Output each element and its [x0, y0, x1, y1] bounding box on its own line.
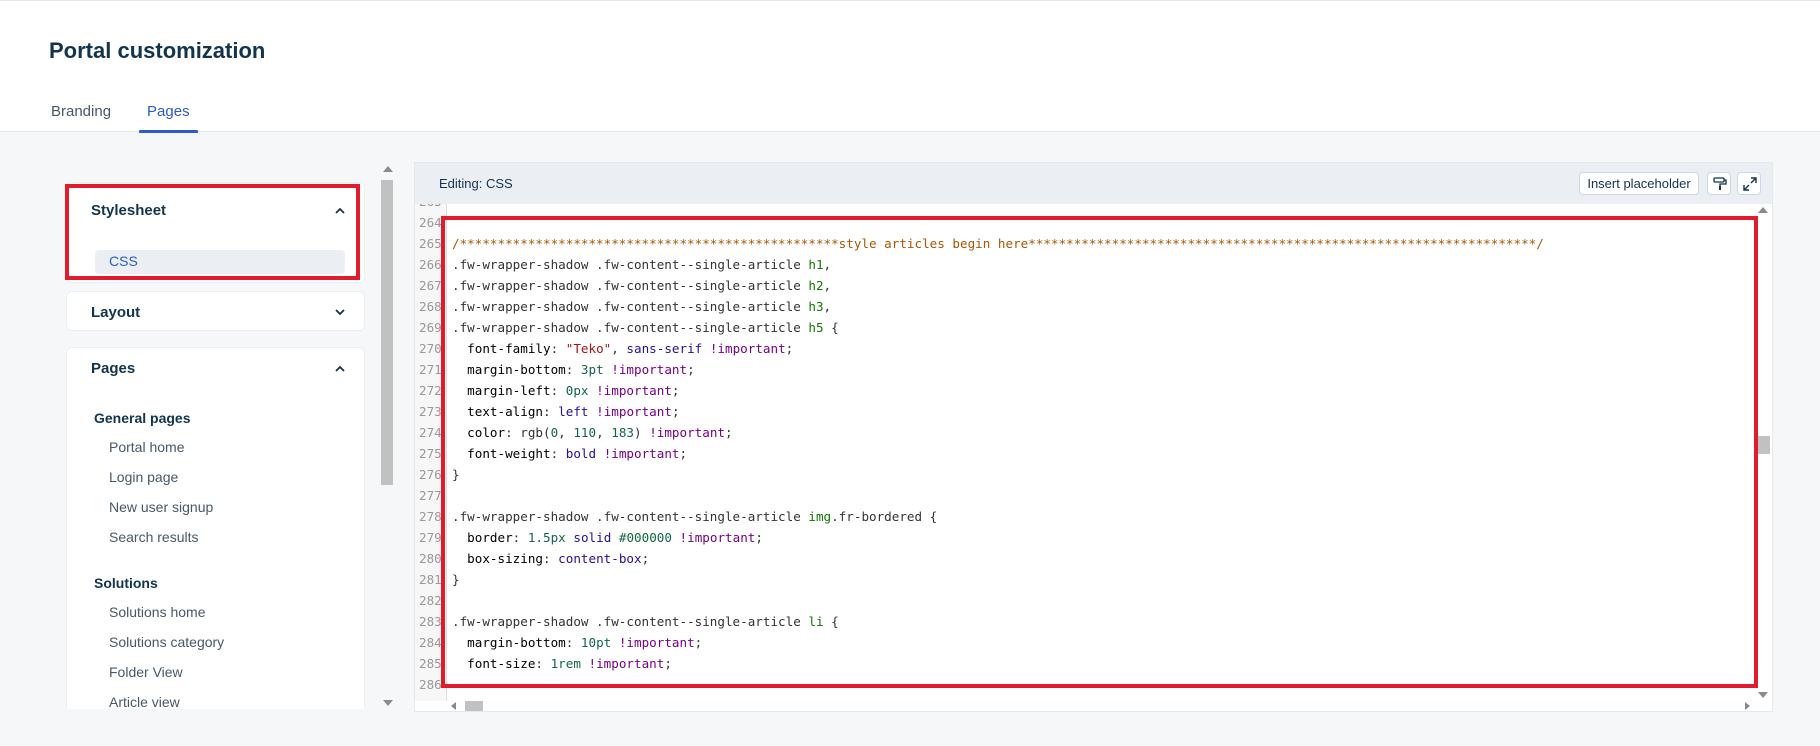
line-number: 263 — [419, 204, 445, 209]
sidebar: Stylesheet CSS Layout Pages General page… — [49, 163, 394, 709]
scroll-up-arrow-icon[interactable] — [383, 166, 393, 172]
editor-toolbar: Editing: CSS Insert placeholder — [415, 163, 1772, 204]
group-title-general-pages: General pages — [94, 410, 191, 426]
layout-section-title[interactable]: Layout — [91, 304, 140, 321]
page-header: Portal customization Branding Pages — [0, 0, 1820, 133]
nav-link-article-view[interactable]: Article view — [109, 694, 180, 709]
chevron-down-icon[interactable] — [334, 306, 346, 318]
nav-link-login-page[interactable]: Login page — [109, 469, 178, 485]
paint-roller-icon — [1713, 177, 1727, 190]
layout-section: Layout — [66, 291, 365, 331]
scroll-up-arrow-icon[interactable] — [1758, 207, 1768, 213]
highlight-box — [441, 216, 1758, 688]
sidebar-scrollbar[interactable] — [377, 163, 393, 709]
page-title: Portal customization — [49, 38, 266, 63]
scrollbar-thumb[interactable] — [1758, 436, 1770, 454]
scrollbar-thumb[interactable] — [465, 701, 483, 711]
nav-link-solutions-category[interactable]: Solutions category — [109, 634, 224, 650]
pages-section: Pages General pages Portal home Login pa… — [66, 347, 365, 709]
scroll-down-arrow-icon[interactable] — [1758, 692, 1768, 698]
highlight-box — [65, 184, 360, 280]
chevron-up-icon[interactable] — [334, 363, 346, 375]
expand-icon — [1743, 177, 1757, 191]
nav-link-folder-view[interactable]: Folder View — [109, 664, 183, 680]
nav-link-solutions-home[interactable]: Solutions home — [109, 604, 206, 620]
nav-link-new-user-signup[interactable]: New user signup — [109, 499, 213, 515]
code-line[interactable]: 263 — [415, 204, 1745, 215]
editing-label: Editing: CSS — [439, 176, 513, 191]
insert-placeholder-button[interactable]: Insert placeholder — [1579, 172, 1699, 195]
nav-link-search-results[interactable]: Search results — [109, 529, 198, 545]
tab-pages[interactable]: Pages — [139, 101, 198, 133]
tab-branding[interactable]: Branding — [49, 101, 113, 133]
expand-button[interactable] — [1737, 172, 1761, 195]
nav-link-portal-home[interactable]: Portal home — [109, 439, 184, 455]
scroll-left-arrow-icon[interactable] — [451, 702, 456, 710]
format-button[interactable] — [1707, 172, 1731, 195]
scroll-right-arrow-icon[interactable] — [1745, 702, 1750, 710]
editor-horizontal-scrollbar[interactable] — [447, 701, 1754, 711]
scrollbar-thumb[interactable] — [381, 180, 393, 485]
tab-bar: Branding Pages — [49, 101, 224, 133]
pages-section-title[interactable]: Pages — [91, 360, 135, 377]
scroll-down-arrow-icon[interactable] — [383, 700, 393, 706]
group-title-solutions: Solutions — [94, 575, 158, 591]
